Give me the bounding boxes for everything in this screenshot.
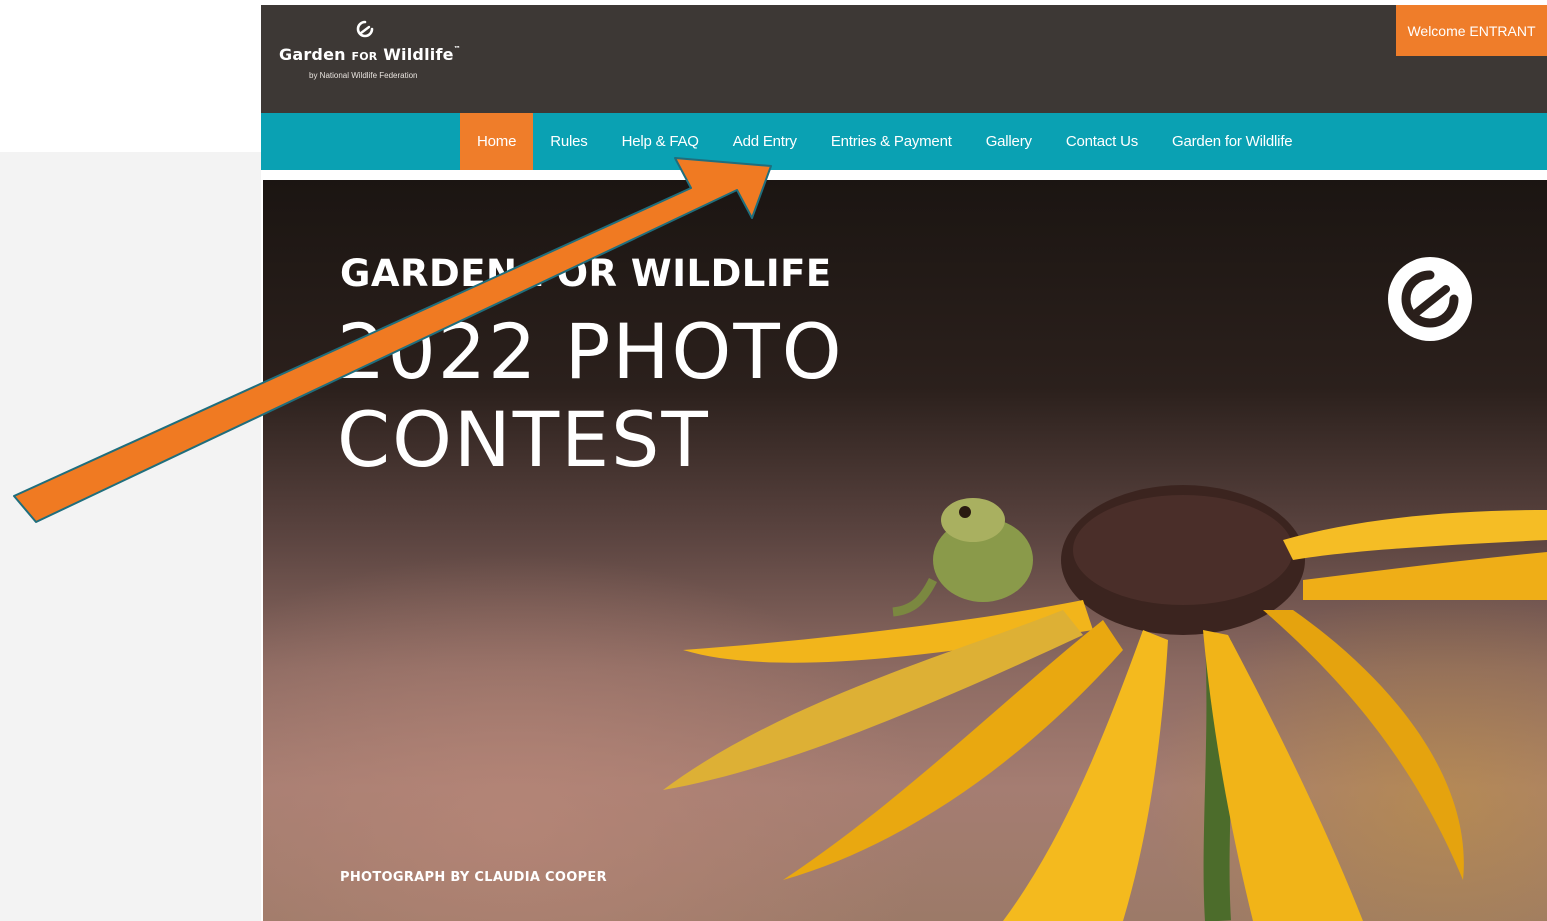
- garden-g-icon: [356, 20, 374, 38]
- nav-item-garden-for-wildlife[interactable]: Garden for Wildlife: [1155, 113, 1309, 170]
- nav-item-add-entry[interactable]: Add Entry: [716, 113, 814, 170]
- main-navigation: Home Rules Help & FAQ Add Entry Entries …: [261, 113, 1547, 170]
- site-header: Garden FOR Wildlife™ by National Wildlif…: [261, 5, 1547, 113]
- nav-item-help-faq[interactable]: Help & FAQ: [605, 113, 716, 170]
- welcome-user-button[interactable]: Welcome ENTRANT: [1396, 5, 1547, 56]
- brand-name: Garden FOR Wildlife™: [279, 45, 461, 64]
- nav-item-rules[interactable]: Rules: [533, 113, 604, 170]
- nav-item-gallery[interactable]: Gallery: [969, 113, 1049, 170]
- photo-credit: PHOTOGRAPH BY CLAUDIA COOPER: [340, 870, 607, 885]
- nav-item-entries-payment[interactable]: Entries & Payment: [814, 113, 969, 170]
- nav-item-contact-us[interactable]: Contact Us: [1049, 113, 1155, 170]
- brand-subtitle: by National Wildlife Federation: [309, 71, 418, 80]
- garden-g-logo-icon: [1388, 257, 1472, 341]
- left-blank-area: [0, 0, 261, 152]
- nav-item-home[interactable]: Home: [460, 113, 534, 170]
- hero-banner: GARDEN FOR WILDLIFE 2022 PHOTO CONTEST P…: [263, 180, 1547, 921]
- left-gray-panel: [0, 152, 261, 921]
- hero-eyebrow: GARDEN FOR WILDLIFE: [340, 252, 832, 295]
- hero-title: 2022 PHOTO CONTEST: [337, 307, 844, 484]
